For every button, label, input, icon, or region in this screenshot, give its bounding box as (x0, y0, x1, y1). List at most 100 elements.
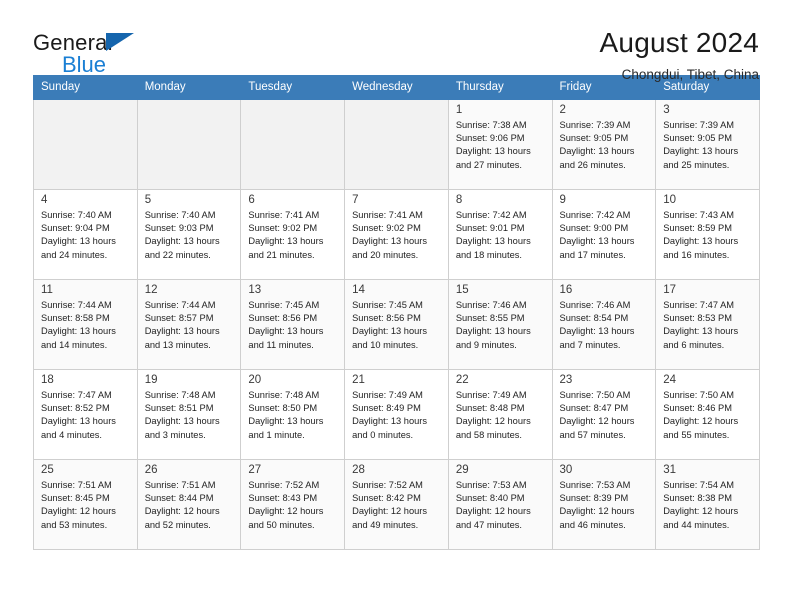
sunset-time: Sunset: 8:46 PM (663, 403, 732, 414)
day-cell-content[interactable]: 25 Sunrise: 7:51 AM Sunset: 8:45 PM Dayligh… (34, 460, 137, 549)
day-cell-content[interactable]: 13 Sunrise: 7:45 AM Sunset: 8:56 PM Dayligh… (241, 280, 344, 369)
sunset-time: Sunset: 8:51 PM (144, 403, 214, 414)
day-sun-info: Sunrise: 7:43 AM Sunset: 8:59 PM Daylight:… (663, 209, 753, 262)
day-cell-content[interactable]: 15 Sunrise: 7:46 AM Sunset: 8:55 PM Dayligh… (449, 280, 552, 369)
sunrise-time: Sunrise: 7:49 AM (455, 390, 527, 400)
calendar-day-cell: 18 Sunrise: 7:47 AM Sunset: 8:52 PM Dayligh… (33, 369, 138, 460)
day-cell-content[interactable]: 3 Sunrise: 7:39 AM Sunset: 9:05 PM Daylight… (656, 100, 759, 189)
day-cell-content[interactable]: 22 Sunrise: 7:49 AM Sunset: 8:48 PM Dayligh… (449, 370, 552, 459)
daylight-duration-line2: and 6 minutes. (663, 339, 725, 350)
calendar-day-cell: 28 Sunrise: 7:52 AM Sunset: 8:42 PM Dayligh… (344, 459, 449, 550)
day-number: 31 (663, 464, 677, 476)
sunrise-time: Sunrise: 7:51 AM (41, 480, 112, 490)
day-cell-content[interactable]: 21 Sunrise: 7:49 AM Sunset: 8:49 PM Dayligh… (345, 370, 448, 459)
daylight-duration-line2: and 9 minutes. (455, 339, 517, 350)
day-cell-content[interactable]: 1 Sunrise: 7:38 AM Sunset: 9:06 PM Daylight… (449, 100, 552, 189)
day-sun-info: Sunrise: 7:45 AM Sunset: 8:56 PM Daylight:… (248, 299, 338, 352)
day-number: 27 (248, 464, 262, 476)
day-number: 19 (144, 374, 158, 386)
day-cell-content[interactable]: 29 Sunrise: 7:53 AM Sunset: 8:40 PM Dayligh… (449, 460, 552, 549)
sunset-time: Sunset: 8:57 PM (144, 313, 214, 324)
day-cell-content[interactable]: 26 Sunrise: 7:51 AM Sunset: 8:44 PM Dayligh… (138, 460, 241, 549)
daylight-duration-line2: and 10 minutes. (352, 339, 419, 350)
daylight-duration-line1: Daylight: 12 hours (455, 416, 531, 427)
sunrise-time: Sunrise: 7:45 AM (248, 300, 320, 310)
day-cell-content[interactable]: 8 Sunrise: 7:42 AM Sunset: 9:01 PM Daylight… (449, 190, 552, 279)
calendar-week-row: 18 Sunrise: 7:47 AM Sunset: 8:52 PM Dayligh… (33, 369, 760, 460)
day-sun-info: Sunrise: 7:44 AM Sunset: 8:58 PM Daylight:… (41, 299, 131, 352)
day-cell-content[interactable]: 31 Sunrise: 7:54 AM Sunset: 8:38 PM Dayligh… (656, 460, 759, 549)
calendar-day-cell: 14 Sunrise: 7:45 AM Sunset: 8:56 PM Dayligh… (344, 279, 449, 370)
day-number: 13 (248, 284, 262, 296)
day-cell-content[interactable]: 24 Sunrise: 7:50 AM Sunset: 8:46 PM Dayligh… (656, 370, 759, 459)
sunrise-time: Sunrise: 7:49 AM (352, 390, 423, 400)
day-cell-content[interactable]: 20 Sunrise: 7:48 AM Sunset: 8:50 PM Dayligh… (241, 370, 344, 459)
day-sun-info: Sunrise: 7:39 AM Sunset: 9:05 PM Daylight:… (663, 119, 753, 172)
day-cell-content[interactable]: 4 Sunrise: 7:40 AM Sunset: 9:04 PM Daylight… (34, 190, 137, 279)
calendar-day-cell: 25 Sunrise: 7:51 AM Sunset: 8:45 PM Dayligh… (33, 459, 138, 550)
day-number: 29 (455, 464, 469, 476)
day-cell-content[interactable]: 2 Sunrise: 7:39 AM Sunset: 9:05 PM Daylight… (553, 100, 656, 189)
day-cell-content[interactable]: 6 Sunrise: 7:41 AM Sunset: 9:02 PM Daylight… (241, 190, 344, 279)
day-number: 5 (144, 194, 152, 206)
weekday-header-tuesday: Tuesday (240, 75, 346, 100)
daylight-duration-line2: and 1 minute. (248, 429, 305, 440)
day-cell-content[interactable]: 12 Sunrise: 7:44 AM Sunset: 8:57 PM Dayligh… (138, 280, 241, 369)
sunrise-time: Sunrise: 7:53 AM (559, 480, 631, 490)
daylight-duration-line2: and 4 minutes. (41, 429, 102, 440)
day-cell-content[interactable]: 27 Sunrise: 7:52 AM Sunset: 8:43 PM Dayligh… (241, 460, 344, 549)
day-cell-content[interactable]: 7 Sunrise: 7:41 AM Sunset: 9:02 PM Daylight… (345, 190, 448, 279)
calendar-day-cell: 21 Sunrise: 7:49 AM Sunset: 8:49 PM Dayligh… (344, 369, 449, 460)
day-number: 24 (663, 374, 677, 386)
sunset-time: Sunset: 8:44 PM (144, 493, 214, 504)
daylight-duration-line2: and 18 minutes. (455, 249, 522, 260)
daylight-duration-line1: Daylight: 12 hours (559, 506, 635, 517)
day-cell-content[interactable]: 18 Sunrise: 7:47 AM Sunset: 8:52 PM Dayligh… (34, 370, 137, 459)
day-number: 9 (559, 194, 566, 206)
day-cell-content[interactable]: 19 Sunrise: 7:48 AM Sunset: 8:51 PM Dayligh… (138, 370, 241, 459)
day-number: 12 (144, 284, 158, 296)
daylight-duration-line2: and 24 minutes. (41, 249, 108, 260)
daylight-duration-line1: Daylight: 12 hours (455, 506, 531, 517)
day-cell-content[interactable]: 14 Sunrise: 7:45 AM Sunset: 8:56 PM Dayligh… (345, 280, 448, 369)
daylight-duration-line1: Daylight: 12 hours (663, 506, 739, 517)
daylight-duration-line2: and 0 minutes. (352, 429, 414, 440)
day-sun-info: Sunrise: 7:47 AM Sunset: 8:53 PM Daylight:… (663, 299, 753, 352)
day-number: 4 (41, 194, 48, 206)
daylight-duration-line1: Daylight: 13 hours (663, 326, 739, 337)
sunset-time: Sunset: 9:02 PM (248, 223, 318, 234)
daylight-duration-line2: and 11 minutes. (248, 339, 314, 350)
day-cell-content[interactable]: 10 Sunrise: 7:43 AM Sunset: 8:59 PM Dayligh… (656, 190, 759, 279)
daylight-duration-line2: and 52 minutes. (144, 519, 211, 530)
daylight-duration-line2: and 21 minutes. (248, 249, 315, 260)
sunrise-time: Sunrise: 7:38 AM (455, 120, 527, 130)
general-blue-logo[interactable]: General Blue (33, 28, 153, 80)
day-number: 2 (559, 104, 566, 116)
sunrise-time: Sunrise: 7:40 AM (144, 210, 216, 220)
page-title: August 2024 (599, 27, 759, 58)
daylight-duration-line2: and 26 minutes. (559, 159, 626, 170)
day-cell-content[interactable]: 30 Sunrise: 7:53 AM Sunset: 8:39 PM Dayligh… (553, 460, 656, 549)
sunrise-time: Sunrise: 7:44 AM (41, 300, 112, 310)
calendar-empty-cell (240, 99, 346, 190)
calendar-day-cell: 23 Sunrise: 7:50 AM Sunset: 8:47 PM Dayligh… (551, 369, 657, 460)
day-cell-content[interactable]: 11 Sunrise: 7:44 AM Sunset: 8:58 PM Dayligh… (34, 280, 137, 369)
calendar-week-row: 11 Sunrise: 7:44 AM Sunset: 8:58 PM Dayligh… (33, 279, 760, 370)
daylight-duration-line1: Daylight: 13 hours (144, 236, 220, 247)
sunrise-time: Sunrise: 7:50 AM (663, 390, 735, 400)
sunset-time: Sunset: 9:05 PM (663, 133, 732, 144)
daylight-duration-line1: Daylight: 13 hours (144, 326, 220, 337)
calendar-day-cell: 16 Sunrise: 7:46 AM Sunset: 8:54 PM Dayligh… (551, 279, 657, 370)
calendar-day-cell: 30 Sunrise: 7:53 AM Sunset: 8:39 PM Dayligh… (551, 459, 657, 550)
day-cell-content[interactable]: 17 Sunrise: 7:47 AM Sunset: 8:53 PM Dayligh… (656, 280, 759, 369)
day-cell-content[interactable]: 28 Sunrise: 7:52 AM Sunset: 8:42 PM Dayligh… (345, 460, 448, 549)
day-cell-content[interactable]: 9 Sunrise: 7:42 AM Sunset: 9:00 PM Daylight… (553, 190, 656, 279)
daylight-duration-line1: Daylight: 13 hours (559, 146, 635, 157)
calendar-empty-cell (136, 99, 242, 190)
day-cell-content[interactable]: 5 Sunrise: 7:40 AM Sunset: 9:03 PM Daylight… (138, 190, 241, 279)
day-cell-content[interactable]: 16 Sunrise: 7:46 AM Sunset: 8:54 PM Dayligh… (553, 280, 656, 369)
calendar-day-cell: 4 Sunrise: 7:40 AM Sunset: 9:04 PM Daylight… (33, 189, 138, 280)
day-cell-content[interactable]: 23 Sunrise: 7:50 AM Sunset: 8:47 PM Dayligh… (553, 370, 656, 459)
day-sun-info: Sunrise: 7:50 AM Sunset: 8:47 PM Daylight:… (560, 389, 650, 442)
day-number: 14 (352, 284, 365, 296)
